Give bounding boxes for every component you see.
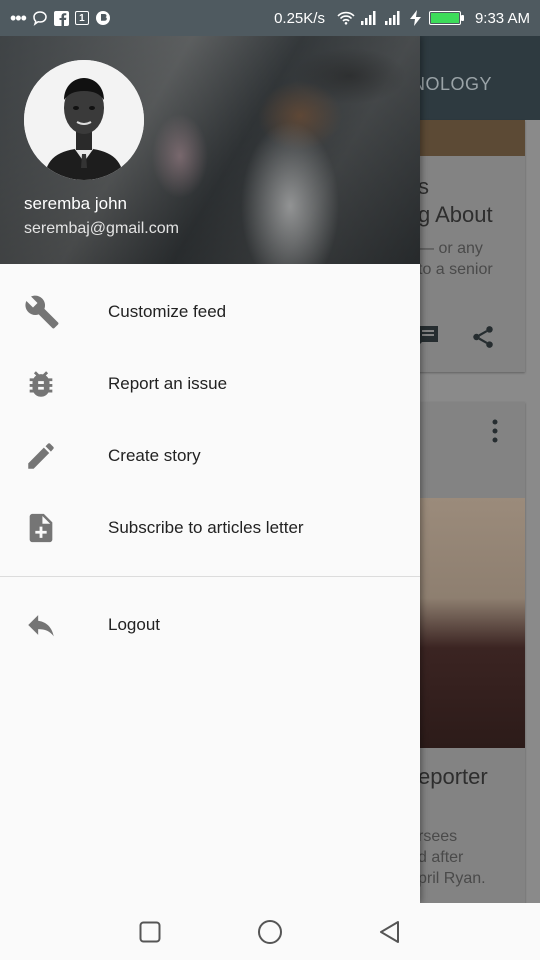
note-add-icon bbox=[0, 492, 108, 564]
background-card-title: eporter bbox=[418, 764, 488, 789]
circle-nav-icon bbox=[258, 919, 282, 944]
menu-item-customize-feed[interactable]: Customize feed bbox=[0, 276, 420, 348]
clock: 9:33 AM bbox=[474, 9, 530, 27]
background-card-body: rsees bbox=[418, 828, 458, 845]
reply-icon bbox=[0, 589, 108, 661]
status-left-icons: ••• 1 bbox=[10, 8, 111, 29]
background-card-body: — or any bbox=[418, 240, 483, 257]
user-name: seremba john bbox=[24, 194, 128, 213]
menu-item-label: Logout bbox=[108, 615, 160, 634]
user-email: serembaj@gmail.com bbox=[24, 220, 179, 237]
recents-button[interactable] bbox=[130, 912, 170, 952]
back-button[interactable] bbox=[370, 912, 410, 952]
network-speed: 0.25K/s bbox=[274, 9, 325, 27]
charging-icon bbox=[409, 10, 423, 26]
drawer-menu: Customize feed Report an issue Create st… bbox=[0, 264, 420, 661]
bug-icon bbox=[0, 348, 108, 420]
status-right-icons: 0.25K/s 9:33 AM bbox=[274, 10, 530, 27]
browser-icon bbox=[95, 10, 111, 26]
square-icon: 1 bbox=[74, 11, 89, 25]
menu-item-label: Create story bbox=[108, 446, 201, 465]
battery-fill bbox=[430, 13, 459, 23]
wrench-icon bbox=[0, 276, 108, 348]
menu-divider bbox=[0, 576, 420, 577]
menu-item-subscribe[interactable]: Subscribe to articles letter bbox=[0, 492, 420, 564]
status-bar: ••• 1 0.25K/s 9:33 AM bbox=[0, 0, 540, 36]
triangle-nav-icon bbox=[380, 920, 399, 943]
navigation-drawer: seremba john serembaj@gmail.com Customiz… bbox=[0, 36, 420, 903]
home-button[interactable] bbox=[250, 912, 290, 952]
share-icon bbox=[470, 324, 496, 357]
more-vert-icon bbox=[490, 418, 500, 453]
background-card-title: g About bbox=[418, 202, 493, 227]
background-card-body: to a senior bbox=[418, 261, 493, 278]
background-card-body: pril Ryan. bbox=[418, 870, 486, 887]
square-nav-icon bbox=[139, 921, 161, 942]
menu-item-label: Report an issue bbox=[108, 374, 228, 393]
drawer-header: seremba john serembaj@gmail.com bbox=[0, 36, 420, 264]
menu-item-logout[interactable]: Logout bbox=[0, 589, 420, 661]
signal-icon bbox=[360, 11, 379, 25]
system-nav-bar bbox=[0, 903, 540, 960]
menu-item-create-story[interactable]: Create story bbox=[0, 420, 420, 492]
facebook-icon bbox=[53, 10, 69, 26]
menu-item-report-issue[interactable]: Report an issue bbox=[0, 348, 420, 420]
signal-icon bbox=[384, 11, 403, 25]
menu-item-label: Subscribe to articles letter bbox=[108, 518, 304, 537]
wifi-icon bbox=[337, 11, 355, 25]
message-icon bbox=[32, 10, 48, 26]
pencil-icon bbox=[0, 420, 108, 492]
menu-item-label: Customize feed bbox=[108, 302, 227, 321]
more-dots-icon: ••• bbox=[10, 7, 27, 28]
background-card-body: d after bbox=[418, 849, 464, 866]
avatar[interactable] bbox=[24, 60, 144, 180]
battery-icon bbox=[428, 11, 464, 25]
